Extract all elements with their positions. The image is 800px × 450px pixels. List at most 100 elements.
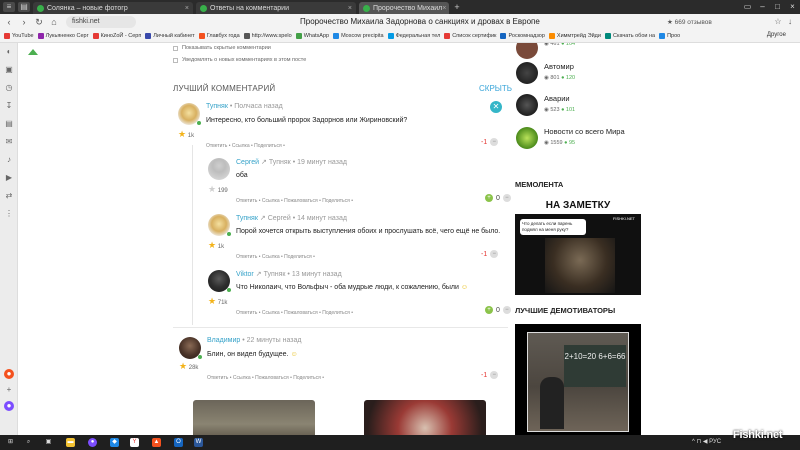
bookmark-item[interactable]: Moscow precipita [333,33,384,39]
explorer-icon[interactable]: ▬ [66,438,75,447]
close-tab-icon[interactable]: × [185,5,189,12]
comment-time[interactable]: • Полчаса назад [230,103,283,110]
reply-to-name[interactable]: Тупняк [269,159,291,166]
reply-to-name[interactable]: Тупняк [264,271,286,278]
back-icon[interactable]: ‹ [3,16,15,28]
app-taskbar-icon[interactable]: ▲ [152,438,161,447]
downloads-icon[interactable]: ↧ [4,101,14,111]
comment-time[interactable]: • 13 минут назад [287,271,341,278]
browser-menu-icon[interactable]: ≡ [3,2,15,12]
bookmark-item[interactable]: Личный кабинет [145,33,195,39]
feed-title[interactable]: Новости со всего Мира [544,127,625,136]
notes-icon[interactable]: ▤ [4,119,14,129]
vote-down-icon[interactable]: − [502,306,511,314]
search-icon[interactable]: ⌕ [24,438,33,447]
close-tab-icon[interactable]: × [348,5,352,12]
browser-taskbar-icon[interactable]: ◆ [110,438,119,447]
alice-icon[interactable]: ◐ [4,47,14,57]
author-name[interactable]: Viktor [236,271,254,278]
url-field[interactable]: fishki.net [66,16,136,28]
alice-taskbar-icon[interactable]: ● [88,438,97,447]
feed-item[interactable]: Новости со всего Мира ◉ 1559 ● 95 [516,127,625,149]
checkbox-icon[interactable] [173,57,178,63]
bookmark-item[interactable]: Химмтрейд Эйди [548,33,601,39]
bookmark-item[interactable]: Лукьяненко Серг [37,33,89,39]
hide-link[interactable]: СКРЫТЬ [479,84,512,93]
checkbox-icon[interactable] [173,45,178,51]
feed-thumbnail[interactable] [516,127,538,149]
vote-down-icon[interactable]: − [502,194,511,202]
bookmark-item[interactable]: Скачать обои на [604,33,655,39]
comment-actions[interactable]: Ответить • Ссылка • Поделиться • [206,143,285,149]
feed-title[interactable]: Автомир [544,62,575,71]
task-view-icon[interactable]: ▣ [44,438,53,447]
reviews-badge[interactable]: ★ 669 отзывов [667,18,712,26]
vote-down-icon[interactable]: − [490,371,499,379]
vote-up-icon[interactable]: + [485,194,493,202]
bookmark-star-icon[interactable]: ☆ [772,16,784,28]
comment-actions[interactable]: Ответить • Ссылка • Поделиться • [236,254,315,260]
meme-card[interactable]: НА ЗАМЕТКУ Что делать если парень подмял… [515,198,641,295]
bookmark-item[interactable]: WhatsApp [295,33,329,39]
vote-down-icon[interactable]: − [490,250,499,258]
tab-2[interactable]: Ответы на комментарии × [196,2,356,14]
add-panel-icon[interactable]: + [4,385,14,395]
minimize-icon[interactable]: – [755,0,770,14]
word-icon[interactable]: W [194,438,203,447]
apps-icon[interactable]: ⋮ [4,209,14,219]
collections-icon[interactable]: ▣ [4,65,14,75]
start-icon[interactable]: ⊞ [6,438,15,447]
music-icon[interactable]: ♪ [4,155,14,165]
feed-title[interactable]: Аварии [544,94,575,103]
bookmark-item[interactable]: YouTube [4,33,34,39]
feed-thumbnail[interactable] [516,62,538,84]
reply-to-name[interactable]: Сергей [268,215,291,222]
bookmark-item[interactable]: КиноZоЙ - Серп [92,33,141,39]
bookmark-item[interactable]: Федеральная тел [387,33,440,39]
comment-time[interactable]: • 22 минуты назад [242,337,301,344]
bookmark-item[interactable]: Главбух года [198,33,240,39]
bookmark-item[interactable]: http://www.spelo [243,33,292,39]
author-name[interactable]: Сергей [236,159,259,166]
comment-actions[interactable]: Ответить • Ссылка • Пожаловаться • Подел… [236,310,353,316]
system-tray[interactable]: ^ ⊓ ◀ РУС [692,438,721,445]
tab-3[interactable]: Пророчество Михаил × [359,2,449,14]
tab-group-icon[interactable]: ▤ [18,2,30,12]
scroll-up-icon[interactable] [28,49,38,55]
author-name[interactable]: Тупняк [206,103,228,110]
vote-up-icon[interactable]: + [485,306,493,314]
feed-thumbnail[interactable] [516,94,538,116]
avatar[interactable] [208,158,230,180]
maximize-icon[interactable]: □ [770,0,785,14]
comment-actions[interactable]: Ответить • Ссылка • Пожаловаться • Подел… [236,198,353,204]
demotivator-card[interactable]: 2+10=20 6+6=66 [515,324,641,435]
author-name[interactable]: Владимир [207,337,240,344]
yandex-browser-icon[interactable]: Y [130,438,139,447]
assistant-icon[interactable]: ● [4,401,14,411]
zen-icon[interactable]: ● [4,369,14,379]
translate-icon[interactable]: ⇄ [4,191,14,201]
bookmark-icon[interactable]: ▭ [740,0,755,14]
comment-time[interactable]: • 19 минут назад [293,159,347,166]
comment-time[interactable]: • 14 минут назад [293,215,347,222]
history-icon[interactable]: ◷ [4,83,14,93]
mail-icon[interactable]: ✉ [4,137,14,147]
feed-item[interactable]: Автомир ◉ 801 ● 120 [516,62,575,84]
close-tab-icon[interactable]: × [442,5,446,12]
comment-actions[interactable]: Ответить • Ссылка • Пожаловаться • Подел… [207,375,324,381]
vote-down-icon[interactable]: − [490,138,499,146]
feed-item[interactable]: Аварии ◉ 523 ● 101 [516,94,575,116]
bookmark-item[interactable]: Проо [659,33,680,39]
other-bookmarks[interactable]: Другое [767,32,786,38]
new-tab-button[interactable]: + [452,2,462,12]
reload-icon[interactable]: ↻ [33,16,45,28]
clown-image[interactable] [364,400,486,435]
outlook-icon[interactable]: O [174,438,183,447]
bookmark-item[interactable]: Список сертифик [444,33,496,39]
tab-1[interactable]: Солянка – новые фотогр × [33,2,193,14]
close-window-icon[interactable]: × [785,0,800,14]
notify-checkbox[interactable]: Уведомлять о новых комментариях в этом п… [173,57,306,63]
show-hidden-checkbox[interactable]: Показывать скрытые комментарии [173,45,271,51]
bookmark-item[interactable]: Роскомнадзор [500,33,545,39]
feed-thumbnail[interactable] [516,43,538,59]
